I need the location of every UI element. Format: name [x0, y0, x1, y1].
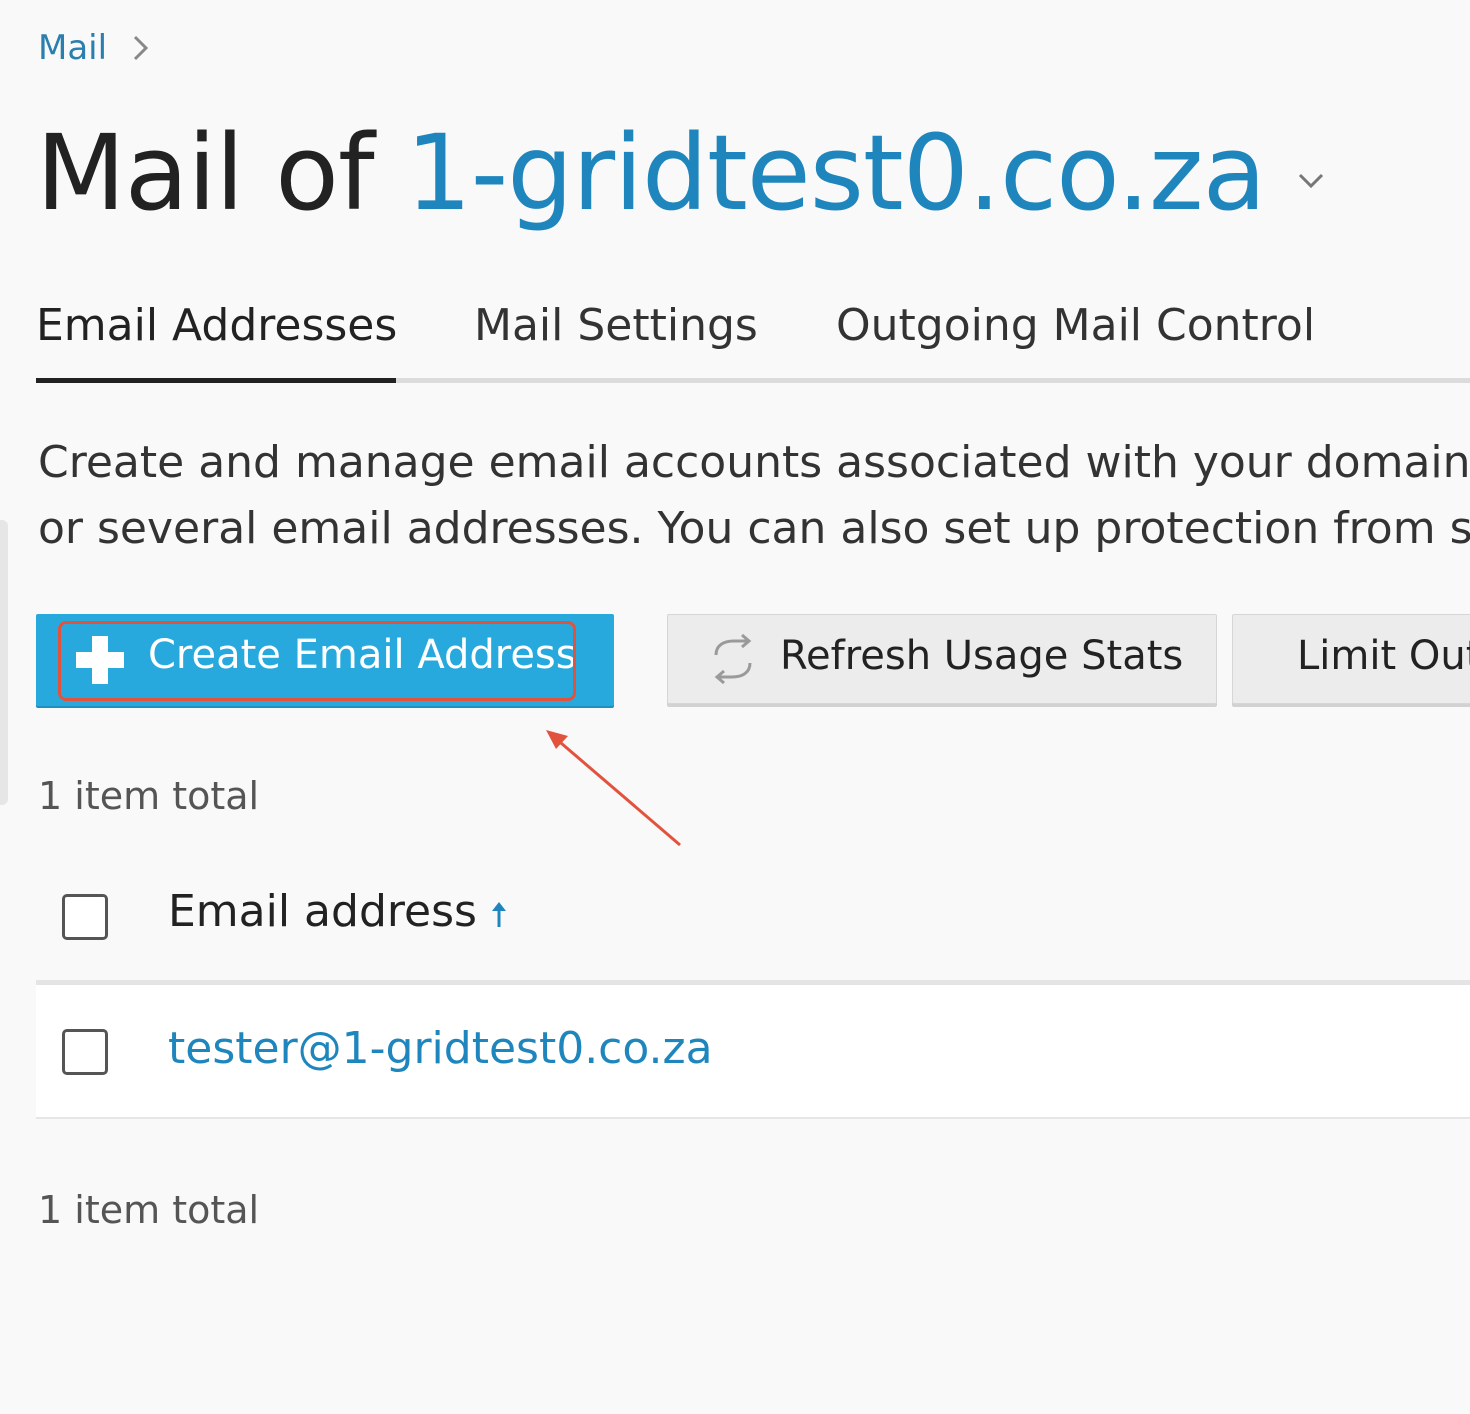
- create-email-address-button[interactable]: Create Email Address: [36, 614, 614, 706]
- table-row: tester@1-gridtest0.co.za: [36, 985, 1470, 1119]
- chevron-right-icon: [134, 35, 149, 61]
- annotation-arrow: [546, 730, 681, 847]
- page-title: Mail of 1-gridtest0.co.za: [36, 108, 1331, 238]
- refresh-usage-stats-label: Refresh Usage Stats: [780, 633, 1184, 679]
- tab-outgoing-mail-control[interactable]: Outgoing Mail Control: [836, 300, 1315, 351]
- chevron-down-icon[interactable]: [1291, 161, 1331, 201]
- tab-mail-settings[interactable]: Mail Settings: [474, 300, 758, 351]
- tab-bar: Email Addresses Mail Settings Outgoing M…: [36, 290, 1470, 383]
- email-address-link[interactable]: tester@1-gridtest0.co.za: [168, 1023, 713, 1074]
- domain-switcher[interactable]: 1-gridtest0.co.za: [406, 112, 1267, 234]
- description-line-2: or several email addresses. You can also…: [38, 503, 1470, 554]
- page-title-prefix: Mail of: [36, 112, 406, 234]
- refresh-icon: [714, 633, 752, 685]
- limit-outgoing-label: Limit Out: [1297, 633, 1470, 679]
- column-header-email[interactable]: Email address: [168, 886, 509, 937]
- active-tab-indicator: [36, 378, 396, 383]
- item-count-top: 1 item total: [38, 774, 260, 818]
- refresh-usage-stats-button[interactable]: Refresh Usage Stats: [667, 614, 1217, 704]
- breadcrumb: Mail: [38, 28, 153, 68]
- item-count-bottom: 1 item total: [38, 1188, 260, 1232]
- page-description: Create and manage email accounts associa…: [38, 430, 1470, 562]
- limit-outgoing-button[interactable]: Limit Out: [1232, 614, 1470, 704]
- breadcrumb-item-mail[interactable]: Mail: [38, 28, 107, 68]
- row-checkbox[interactable]: [62, 1029, 108, 1075]
- arrow-up-icon: [491, 902, 506, 927]
- annotation-highlight-box: [58, 621, 576, 701]
- select-all-checkbox[interactable]: [62, 894, 108, 940]
- description-line-1: Create and manage email accounts associa…: [38, 437, 1470, 488]
- side-panel-edge: [0, 520, 8, 805]
- table-header: Email address: [36, 860, 1470, 978]
- column-header-email-label: Email address: [168, 886, 477, 937]
- tab-email-addresses[interactable]: Email Addresses: [36, 300, 397, 351]
